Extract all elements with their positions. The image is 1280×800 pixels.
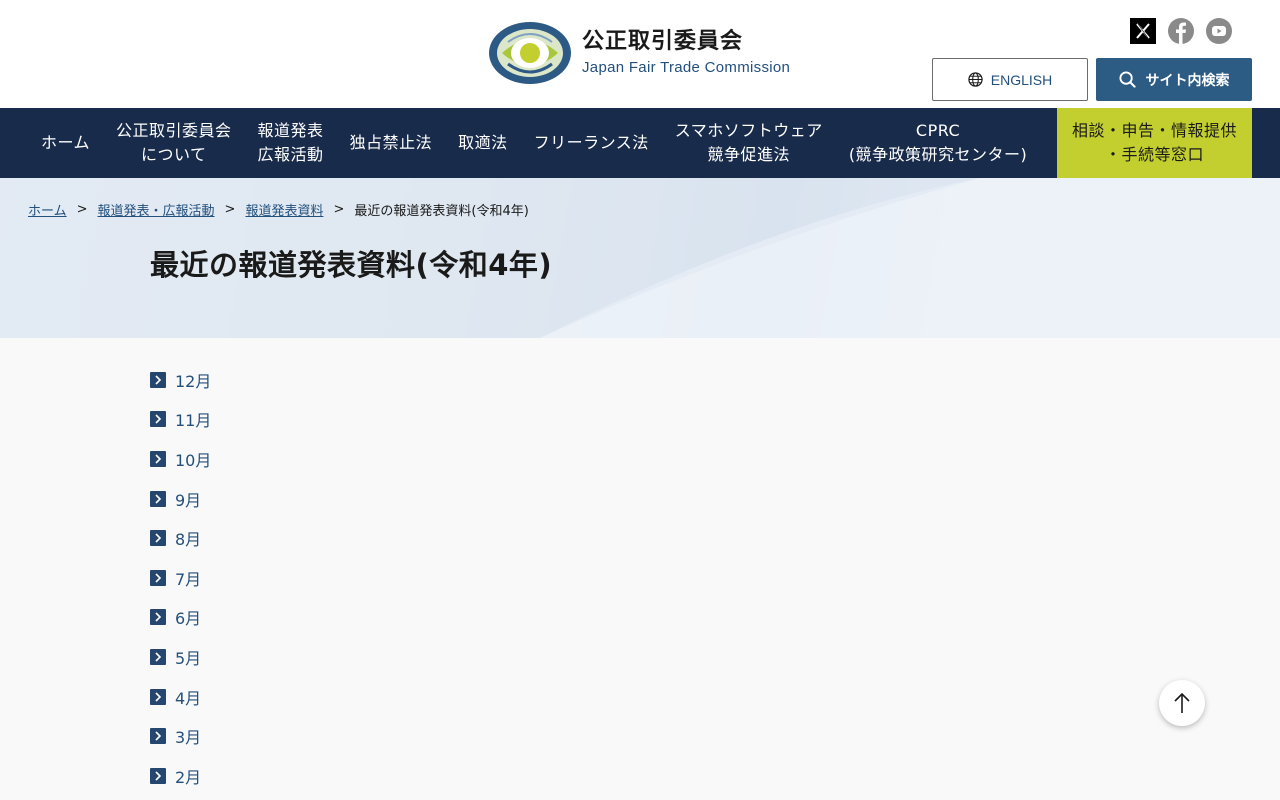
search-icon <box>1118 71 1136 88</box>
breadcrumb-press-materials[interactable]: 報道発表資料 <box>245 200 323 219</box>
chevron-right-icon <box>150 371 166 388</box>
chevron-right-icon <box>150 609 166 626</box>
english-button[interactable]: ENGLISH <box>932 58 1088 101</box>
nav-item-consultation[interactable]: 相談・申告・情報提供 ・手続等窓口 <box>1057 108 1252 178</box>
month-label: 5月 <box>175 648 202 668</box>
month-link[interactable]: 2月 <box>150 756 211 796</box>
breadcrumb-press[interactable]: 報道発表・広報活動 <box>98 200 215 219</box>
nav-item-toriteki[interactable]: 取適法 <box>445 108 521 178</box>
month-label: 9月 <box>175 490 202 510</box>
month-label: 2月 <box>175 767 202 787</box>
chevron-right-icon <box>150 569 166 586</box>
month-label: 6月 <box>175 609 202 629</box>
social-links <box>1130 18 1232 44</box>
nav-item-freelance[interactable]: フリーランス法 <box>521 108 662 178</box>
site-header: 公正取引委員会 Japan Fair Trade Commission ENGL… <box>0 0 1280 108</box>
nav-item-cprc[interactable]: CPRC (競争政策研究センター) <box>836 108 1041 178</box>
month-link[interactable]: 9月 <box>150 479 211 519</box>
globe-icon <box>968 72 983 87</box>
month-label: 11月 <box>175 411 212 431</box>
month-label: 10月 <box>175 450 212 470</box>
month-label: 7月 <box>175 569 202 589</box>
month-link[interactable]: 7月 <box>150 558 211 598</box>
nav-item-press[interactable]: 報道発表 広報活動 <box>245 108 337 178</box>
chevron-right-icon <box>150 648 166 665</box>
month-anchor-list: 12月 11月 10月 9月 8月 7月 6月 5月 4月 3月 2月 <box>150 360 211 796</box>
logo-title: 公正取引委員会 <box>582 29 744 54</box>
chevron-right-icon <box>150 411 166 428</box>
chevron-right-icon <box>150 767 166 784</box>
nav-item-home[interactable]: ホーム <box>28 108 103 178</box>
english-label: ENGLISH <box>990 71 1053 88</box>
global-nav: ホーム 公正取引委員会 について 報道発表 広報活動 独占禁止法 取適法 フリー… <box>0 108 1280 178</box>
page-hero: ホーム > 報道発表・広報活動 > 報道発表資料 > 最近の報道発表資料(令和4… <box>0 178 1280 338</box>
breadcrumb-separator: > <box>76 202 88 217</box>
month-link[interactable]: 12月 <box>150 360 211 400</box>
site-search-button[interactable]: サイト内検索 <box>1096 58 1252 101</box>
month-link[interactable]: 11月 <box>150 400 211 440</box>
nav-item-smartphone[interactable]: スマホソフトウェア 競争促進法 <box>662 108 836 178</box>
back-to-top-button[interactable] <box>1159 680 1205 726</box>
page-title: 最近の報道発表資料(令和4年) <box>150 248 553 282</box>
breadcrumb-separator: > <box>224 202 236 217</box>
search-label: サイト内検索 <box>1145 72 1230 89</box>
site-logo[interactable]: 公正取引委員会 Japan Fair Trade Commission <box>488 20 790 86</box>
month-label: 12月 <box>175 371 212 391</box>
jftc-emblem-icon <box>489 22 571 84</box>
breadcrumb-home[interactable]: ホーム <box>28 200 67 219</box>
month-link[interactable]: 3月 <box>150 716 211 756</box>
nav-item-antimonopoly[interactable]: 独占禁止法 <box>337 108 446 178</box>
month-label: 8月 <box>175 530 202 550</box>
month-label: 4月 <box>175 688 202 708</box>
arrow-up-icon <box>1174 692 1190 713</box>
chevron-right-icon <box>150 450 166 467</box>
month-label: 3月 <box>175 728 202 748</box>
month-link[interactable]: 8月 <box>150 518 211 558</box>
month-link[interactable]: 10月 <box>150 439 211 479</box>
month-link[interactable]: 5月 <box>150 637 211 677</box>
x-icon[interactable] <box>1130 18 1156 44</box>
breadcrumb: ホーム > 報道発表・広報活動 > 報道発表資料 > 最近の報道発表資料(令和4… <box>28 200 529 219</box>
chevron-right-icon <box>150 530 166 547</box>
nav-item-about[interactable]: 公正取引委員会 について <box>103 108 245 178</box>
youtube-icon[interactable] <box>1206 18 1232 44</box>
breadcrumb-current: 最近の報道発表資料(令和4年) <box>354 204 529 219</box>
chevron-right-icon <box>150 490 166 507</box>
month-link[interactable]: 6月 <box>150 598 211 638</box>
chevron-right-icon <box>150 728 166 745</box>
month-link[interactable]: 4月 <box>150 677 211 717</box>
breadcrumb-separator: > <box>333 202 345 217</box>
chevron-right-icon <box>150 688 166 705</box>
facebook-icon[interactable] <box>1168 18 1194 44</box>
logo-subtitle: Japan Fair Trade Commission <box>582 59 791 76</box>
